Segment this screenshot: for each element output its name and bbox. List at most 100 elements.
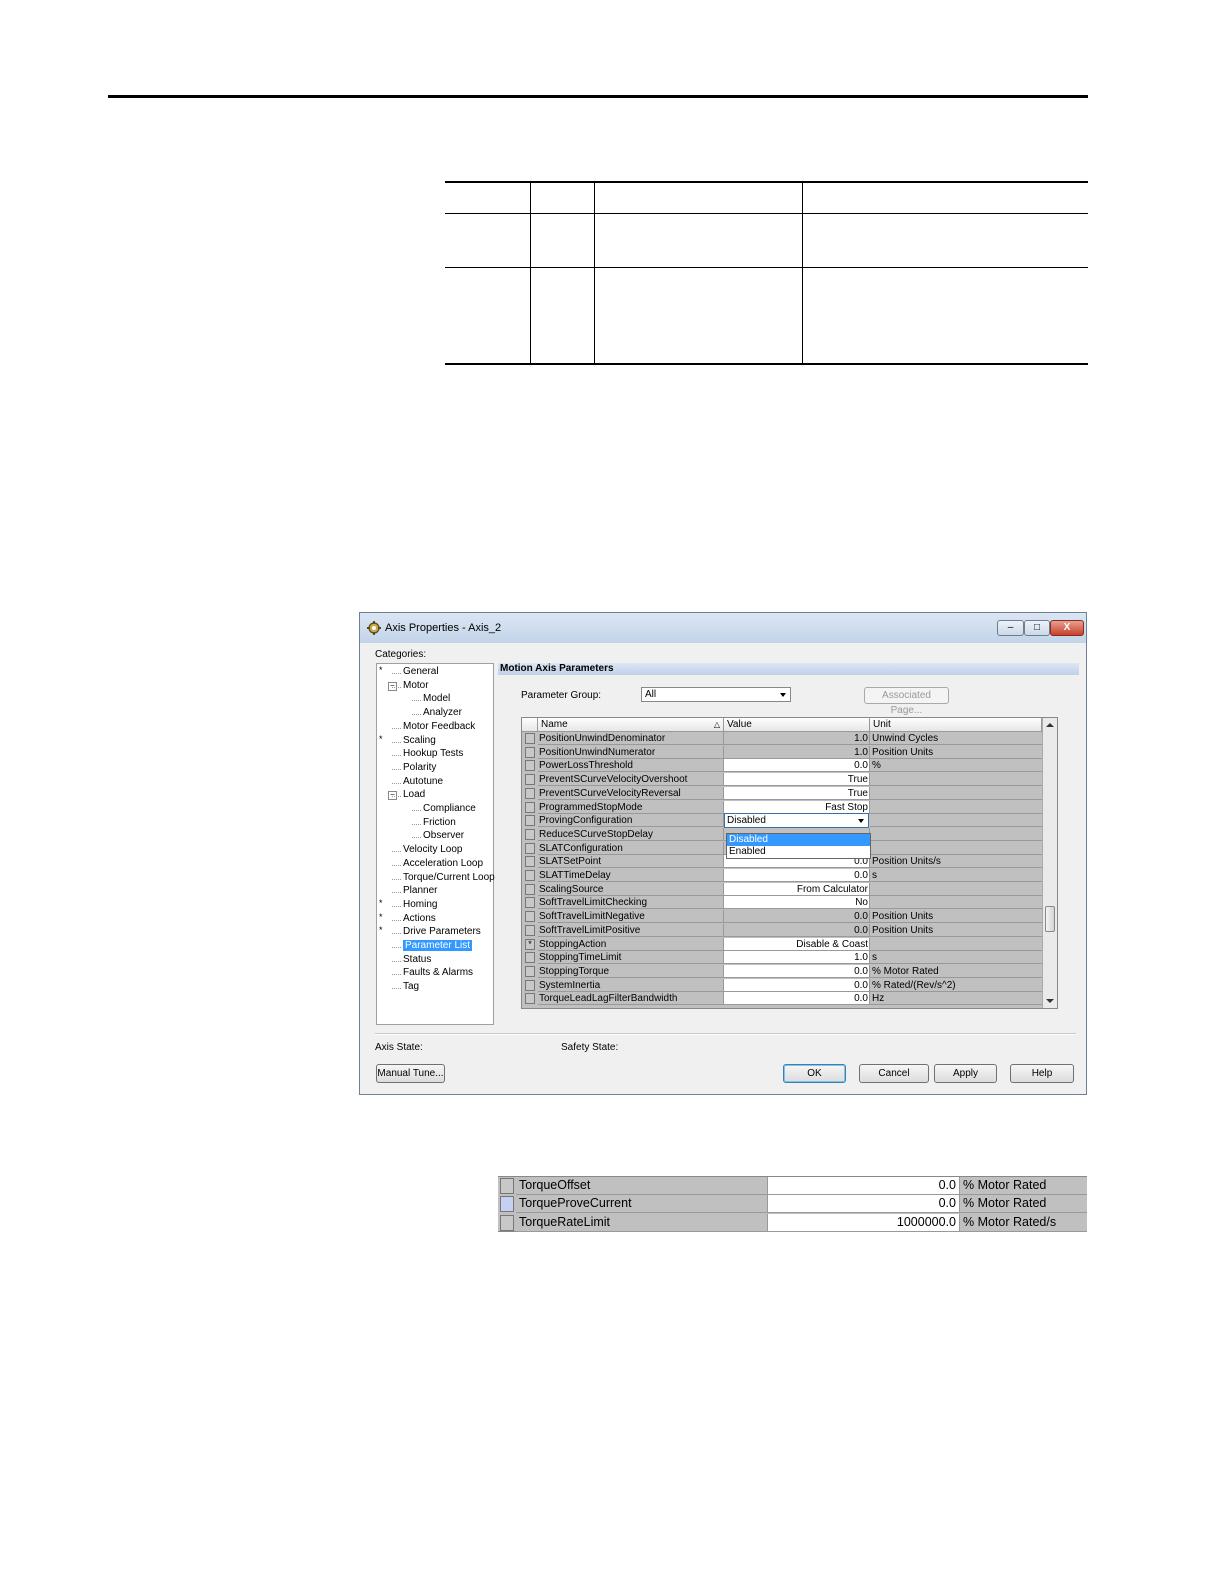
tree-item-load[interactable]: Load: [403, 789, 425, 800]
parameter-value[interactable]: 1.0: [724, 951, 870, 965]
table-row[interactable]: TorqueRateLimit 1000000.0% Motor Rated/s: [498, 1213, 1087, 1232]
row-selector[interactable]: [525, 897, 535, 909]
table-row[interactable]: TorqueProveCurrent 0.0% Motor Rated: [498, 1195, 1087, 1214]
parameter-group-select[interactable]: All: [641, 687, 791, 702]
table-row[interactable]: SoftTravelLimitChecking No: [522, 896, 1042, 910]
unit-column-header[interactable]: Unit: [870, 718, 1042, 732]
tree-item-actions[interactable]: Actions: [403, 913, 436, 924]
parameter-value[interactable]: True: [724, 786, 870, 800]
tree-item-velocity-loop[interactable]: Velocity Loop: [403, 844, 463, 855]
row-selector[interactable]: [525, 746, 535, 758]
minimize-button[interactable]: –: [997, 620, 1024, 636]
tree-item-analyzer[interactable]: Analyzer: [423, 707, 462, 718]
row-selector[interactable]: [525, 774, 535, 786]
tree-item-compliance[interactable]: Compliance: [423, 803, 476, 814]
dropdown-option-enabled[interactable]: Enabled: [727, 846, 870, 858]
apply-button[interactable]: Apply: [934, 1064, 997, 1083]
row-selector[interactable]: [525, 787, 535, 799]
row-selector[interactable]: [500, 1178, 514, 1194]
table-row[interactable]: ScalingSource From Calculator: [522, 882, 1042, 897]
parameter-value[interactable]: Disable & Coast: [724, 937, 870, 951]
tree-item-motor[interactable]: Motor: [403, 680, 429, 691]
category-tree[interactable]: * General − Motor Model Analyzer Motor Feedbac…: [376, 663, 495, 1025]
scroll-down-icon[interactable]: [1046, 998, 1054, 1004]
table-row[interactable]: PowerLossThreshold 0.0%: [522, 759, 1042, 773]
parameter-value[interactable]: 0.0: [724, 964, 870, 978]
table-row[interactable]: PreventSCurveVelocityReversal True: [522, 786, 1042, 801]
close-button[interactable]: X: [1050, 620, 1084, 636]
table-row[interactable]: TorqueOffset 0.0% Motor Rated: [498, 1177, 1087, 1195]
manual-tune-button[interactable]: Manual Tune...: [376, 1064, 445, 1083]
parameter-value[interactable]: 0.0: [724, 992, 870, 1006]
table-row[interactable]: * StoppingAction Disable & Coast: [522, 937, 1042, 952]
parameter-value[interactable]: 0.0: [768, 1177, 960, 1195]
row-selector[interactable]: [525, 733, 535, 744]
row-selector[interactable]: [525, 815, 535, 827]
table-row[interactable]: PositionUnwindDenominator 1.0 Unwind Cycle…: [522, 732, 1042, 746]
row-selector[interactable]: [525, 856, 535, 868]
tree-item-homing[interactable]: Homing: [403, 899, 437, 910]
row-selector[interactable]: [500, 1196, 514, 1213]
row-selector[interactable]: [525, 883, 535, 895]
row-selector[interactable]: [525, 760, 535, 772]
table-row[interactable]: SoftTravelLimitNegative 0.0 Position Units: [522, 910, 1042, 924]
row-selector[interactable]: [525, 870, 535, 881]
row-selector[interactable]: *: [525, 938, 535, 950]
value-column-header[interactable]: Value: [724, 718, 870, 732]
tree-item-polarity[interactable]: Polarity: [403, 762, 436, 773]
row-selector[interactable]: [525, 965, 535, 977]
table-row[interactable]: ProgrammedStopMode Fast Stop: [522, 800, 1042, 815]
row-selector[interactable]: [525, 828, 535, 840]
tree-item-general[interactable]: General: [403, 666, 439, 677]
associated-page-button[interactable]: Associated Page...: [864, 687, 949, 716]
help-button[interactable]: Help: [1010, 1064, 1074, 1083]
parameter-value[interactable]: From Calculator: [724, 882, 870, 896]
maximize-button[interactable]: □: [1024, 620, 1050, 636]
table-row[interactable]: StoppingTimeLimit 1.0 s: [522, 951, 1042, 965]
parameter-value[interactable]: 0.0: [724, 978, 870, 992]
row-selector[interactable]: [500, 1214, 514, 1231]
tree-item-faults-alarms[interactable]: Faults & Alarms: [403, 967, 473, 978]
proving-configuration-dropdown-list[interactable]: Disabled Enabled: [726, 833, 871, 859]
tree-item-acceleration-loop[interactable]: Acceleration Loop: [403, 858, 483, 869]
dropdown-option-disabled[interactable]: Disabled: [727, 834, 870, 846]
tree-item-hookup-tests[interactable]: Hookup Tests: [403, 748, 463, 759]
parameter-value[interactable]: 0.0: [724, 759, 870, 773]
grid-scrollbar[interactable]: [1042, 718, 1057, 1008]
parameter-value[interactable]: 1000000.0: [768, 1213, 960, 1232]
tree-item-parameter-list[interactable]: Parameter List: [403, 940, 473, 951]
row-selector[interactable]: [525, 979, 535, 991]
parameter-value[interactable]: True: [724, 773, 870, 787]
tree-item-scaling[interactable]: Scaling: [403, 735, 436, 746]
parameter-value[interactable]: No: [724, 896, 870, 910]
row-selector[interactable]: [525, 842, 535, 854]
scrollbar-thumb[interactable]: [1045, 906, 1055, 932]
tree-item-torque-current-loop[interactable]: Torque/Current Loop: [403, 872, 495, 883]
tree-item-tag[interactable]: Tag: [403, 981, 419, 992]
title-bar[interactable]: Axis Properties - Axis_2 – □ X: [360, 613, 1086, 643]
row-selector[interactable]: [525, 801, 535, 813]
tree-item-drive-parameters[interactable]: Drive Parameters: [403, 926, 481, 937]
row-selector[interactable]: [525, 924, 535, 936]
table-row[interactable]: PositionUnwindNumerator 1.0 Position Units: [522, 745, 1042, 760]
tree-item-autotune[interactable]: Autotune: [403, 776, 443, 787]
name-column-header[interactable]: Name △: [538, 718, 724, 732]
parameter-value[interactable]: 0.0: [768, 1195, 960, 1214]
tree-item-motor-feedback[interactable]: Motor Feedback: [403, 721, 475, 732]
ok-button[interactable]: OK: [783, 1064, 846, 1083]
table-row[interactable]: SLATTimeDelay 0.0 s: [522, 869, 1042, 883]
tree-item-planner[interactable]: Planner: [403, 885, 437, 896]
parameter-value[interactable]: Fast Stop: [724, 800, 870, 814]
row-selector[interactable]: [525, 993, 535, 1005]
table-row[interactable]: StoppingTorque 0.0% Motor Rated: [522, 964, 1042, 979]
scroll-up-icon[interactable]: [1046, 722, 1054, 728]
tree-item-observer[interactable]: Observer: [423, 830, 464, 841]
cancel-button[interactable]: Cancel: [859, 1064, 929, 1083]
proving-configuration-select[interactable]: Disabled: [724, 813, 869, 829]
table-row[interactable]: ProvingConfiguration Disabled: [522, 813, 1042, 829]
tree-item-model[interactable]: Model: [423, 693, 450, 704]
tree-item-status[interactable]: Status: [403, 954, 431, 965]
tree-item-friction[interactable]: Friction: [423, 817, 456, 828]
table-row[interactable]: SystemInertia 0.0% Rated/(Rev/s^2): [522, 978, 1042, 993]
row-selector[interactable]: [525, 952, 535, 964]
